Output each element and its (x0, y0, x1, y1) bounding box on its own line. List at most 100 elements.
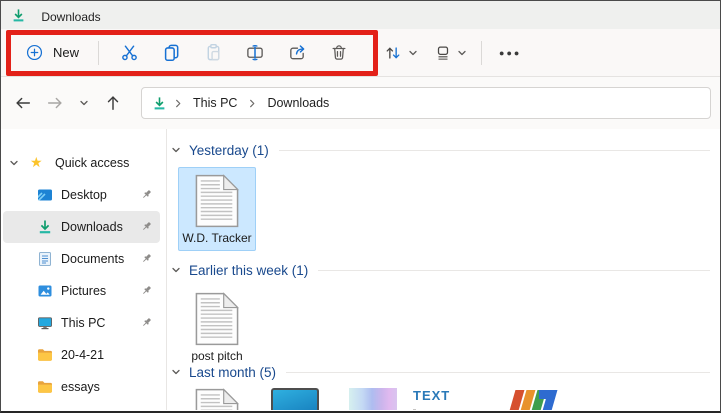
sidebar-item-label: 20-4-21 (61, 348, 105, 362)
file-tile[interactable] (334, 387, 412, 410)
sidebar-item-folder-20-4-21[interactable]: 20-4-21 (3, 339, 160, 371)
stripes-logo-icon (500, 388, 558, 410)
file-explorer-window: Downloads New ●●● This PC Downloads ★ Qu… (0, 0, 721, 413)
paste-icon (207, 43, 219, 61)
sort-icon (386, 46, 400, 59)
sidebar-item-label: Quick access (55, 156, 130, 170)
sidebar-item-label: Pictures (61, 284, 107, 298)
see-more-button[interactable]: ●●● (489, 36, 531, 70)
sidebar-item-label: essays (61, 380, 100, 394)
up-button[interactable] (97, 87, 129, 119)
copy-icon (164, 44, 178, 62)
paste-button[interactable] (192, 36, 234, 70)
group-divider (278, 149, 710, 151)
sidebar-item-label: Desktop (61, 188, 107, 202)
file-tile[interactable] (178, 387, 256, 410)
group-label: Last month (5) (189, 364, 277, 380)
share-button[interactable] (276, 36, 318, 70)
cut-button[interactable] (108, 36, 150, 70)
document-icon (39, 252, 51, 266)
copy-button[interactable] (150, 36, 192, 70)
chevron-down-icon (80, 100, 88, 106)
view-icon (437, 46, 449, 60)
navigation-bar: This PC Downloads (1, 77, 720, 129)
download-icon (38, 219, 52, 234)
gradient-image-thumbnail (349, 388, 397, 410)
star-icon: ★ (30, 154, 43, 170)
sidebar-item-label: Documents (61, 252, 125, 266)
toolbar-separator (98, 40, 100, 65)
sidebar-item-documents[interactable]: Documents (3, 243, 160, 275)
sidebar-item-label: This PC (61, 316, 106, 330)
recent-locations-button[interactable] (71, 87, 97, 119)
text-logo: TEXT (413, 388, 451, 403)
file-wd-tracker[interactable]: W.D. Tracker (178, 167, 256, 251)
arrow-left-icon (16, 97, 31, 109)
navigation-pane: ★ Quick access Desktop Downloads Documen… (1, 129, 167, 410)
back-button[interactable] (7, 87, 39, 119)
sidebar-item-downloads[interactable]: Downloads (3, 211, 160, 243)
new-button-label: New (53, 45, 80, 60)
text-logo-bar (413, 409, 416, 410)
chevron-down-icon[interactable] (171, 145, 181, 155)
sidebar-item-desktop[interactable]: Desktop (3, 179, 160, 211)
sort-button[interactable] (376, 36, 425, 70)
file-tile[interactable]: TEXT (412, 387, 490, 410)
file-name: post pitch (191, 349, 243, 363)
scissors-icon (121, 45, 137, 61)
file-list: Yesterday (1) W.D. Tracker Earlier this … (167, 129, 720, 410)
command-bar: New ●●● (1, 29, 720, 77)
rename-icon (247, 44, 263, 61)
chevron-down-icon (409, 50, 417, 55)
text-document-icon (195, 174, 239, 228)
sidebar-item-quick-access[interactable]: ★ Quick access (3, 147, 160, 179)
chevron-down-icon (10, 160, 18, 166)
chevron-right-icon (176, 99, 181, 107)
group-header-last-month[interactable]: Last month (5) (171, 361, 720, 383)
group-header-yesterday[interactable]: Yesterday (1) (171, 139, 720, 161)
rename-button[interactable] (234, 36, 276, 70)
plus-circle-icon (26, 44, 43, 61)
sidebar-item-folder-essays[interactable]: essays (3, 371, 160, 403)
pin-icon (141, 253, 152, 264)
chevron-down-icon[interactable] (171, 265, 181, 275)
group-label: Earlier this week (1) (189, 262, 309, 278)
file-tile[interactable] (490, 387, 568, 410)
sidebar-item-pictures[interactable]: Pictures (3, 275, 160, 307)
desktop-icon (38, 189, 52, 201)
title-bar: Downloads (1, 1, 720, 29)
arrow-right-icon (47, 97, 62, 109)
pin-icon (141, 317, 152, 328)
address-bar[interactable]: This PC Downloads (141, 87, 711, 119)
chevron-down-icon[interactable] (171, 367, 181, 377)
breadcrumb-this-pc[interactable]: This PC (189, 94, 241, 112)
view-button[interactable] (427, 36, 474, 70)
forward-button[interactable] (39, 87, 71, 119)
computer-icon (38, 317, 52, 330)
text-document-icon (195, 388, 239, 410)
delete-button[interactable] (318, 36, 360, 70)
folder-icon (38, 381, 52, 393)
toolbar-separator (481, 40, 483, 65)
downloads-folder-icon (12, 7, 25, 21)
folder-icon (38, 349, 52, 361)
screenshot: Downloads New ●●● This PC Downloads ★ Qu… (0, 0, 728, 413)
chevron-right-icon (250, 99, 255, 107)
breadcrumb-downloads[interactable]: Downloads (263, 94, 333, 112)
group-label: Yesterday (1) (189, 142, 269, 158)
new-button[interactable]: New (15, 36, 89, 70)
trash-icon (332, 45, 346, 60)
pictures-icon (38, 285, 52, 297)
file-tile[interactable] (256, 387, 334, 410)
window-title: Downloads (41, 9, 101, 24)
pin-icon (141, 285, 152, 296)
sidebar-item-label: Downloads (61, 220, 123, 234)
pin-icon (141, 221, 152, 232)
last-month-row: TEXT (171, 387, 720, 410)
file-post-pitch[interactable]: post pitch (178, 285, 256, 363)
pin-icon (141, 189, 152, 200)
text-document-icon (195, 292, 239, 346)
group-header-earlier-this-week[interactable]: Earlier this week (1) (171, 259, 720, 281)
sidebar-item-this-pc[interactable]: This PC (3, 307, 160, 339)
disc-app-icon (271, 388, 319, 410)
